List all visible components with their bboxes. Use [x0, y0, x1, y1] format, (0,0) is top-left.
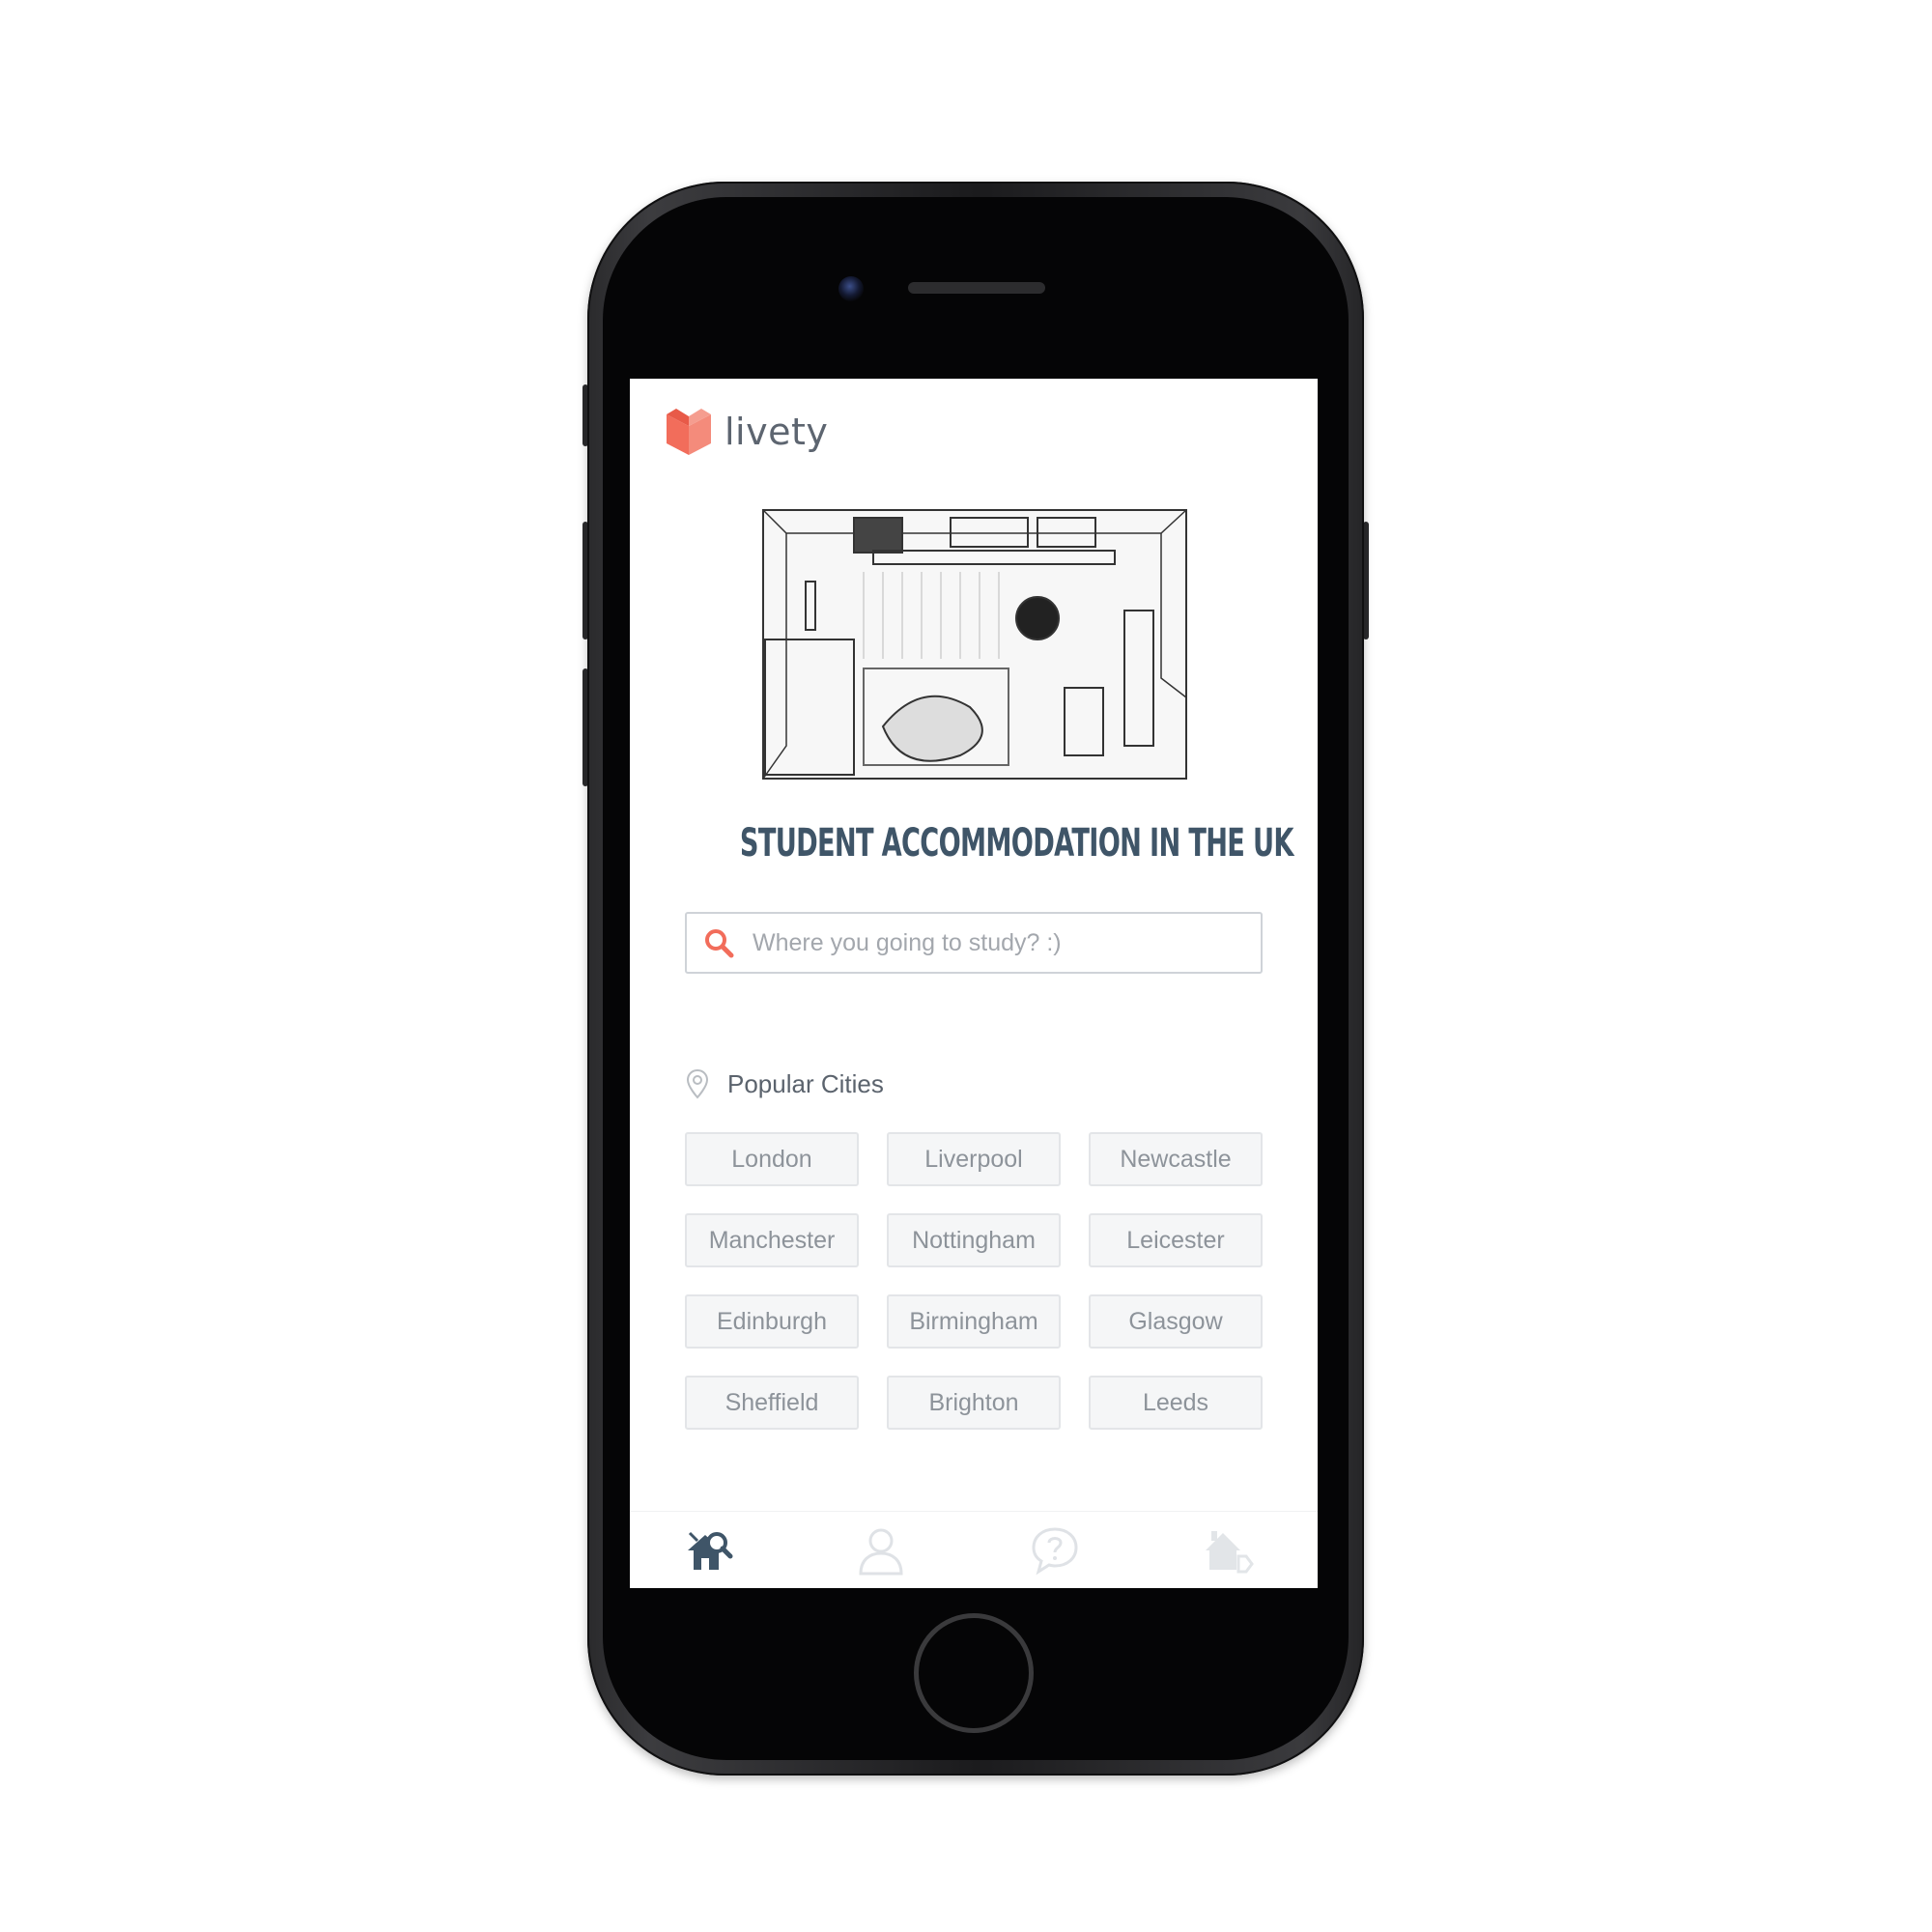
- bottom-tab-bar: [630, 1511, 1318, 1588]
- city-button-birmingham[interactable]: Birmingham: [887, 1294, 1061, 1349]
- search-box[interactable]: [685, 912, 1263, 974]
- popular-cities-header: Popular Cities: [685, 1068, 884, 1099]
- city-button-sheffield[interactable]: Sheffield: [685, 1376, 859, 1430]
- city-button-newcastle[interactable]: Newcastle: [1089, 1132, 1263, 1186]
- city-button-brighton[interactable]: Brighton: [887, 1376, 1061, 1430]
- search-icon: [705, 929, 734, 958]
- page-title: STUDENT ACCOMMODATION IN THE UK: [739, 821, 1294, 866]
- app-screen: livety STUDENT ACCOMMODATION IN THE UK W…: [630, 379, 1318, 1588]
- city-button-leeds[interactable]: Leeds: [1089, 1376, 1263, 1430]
- chat-question-icon[interactable]: [1030, 1525, 1080, 1576]
- search-input[interactable]: [751, 927, 1237, 958]
- room-sketch-illustration: [762, 509, 1187, 780]
- city-button-liverpool[interactable]: Liverpool: [887, 1132, 1061, 1186]
- front-camera: [838, 276, 864, 301]
- home-button[interactable]: [914, 1613, 1034, 1733]
- home-search-icon[interactable]: [684, 1525, 734, 1576]
- popular-cities-title: Popular Cities: [727, 1068, 884, 1098]
- earpiece-speaker: [908, 282, 1045, 294]
- city-button-london[interactable]: London: [685, 1132, 859, 1186]
- city-button-manchester[interactable]: Manchester: [685, 1213, 859, 1267]
- city-button-nottingham[interactable]: Nottingham: [887, 1213, 1061, 1267]
- city-grid: London Liverpool Newcastle Manchester No…: [685, 1132, 1264, 1430]
- brand-name: livety: [724, 411, 829, 453]
- city-button-leicester[interactable]: Leicester: [1089, 1213, 1263, 1267]
- livety-logo-icon: [667, 409, 711, 455]
- home-tag-icon[interactable]: [1204, 1525, 1254, 1576]
- user-icon[interactable]: [856, 1525, 906, 1576]
- stage: livety STUDENT ACCOMMODATION IN THE UK W…: [0, 0, 1932, 1932]
- city-button-edinburgh[interactable]: Edinburgh: [685, 1294, 859, 1349]
- map-pin-icon: [686, 1068, 709, 1099]
- app-logo[interactable]: livety: [667, 406, 828, 458]
- city-button-glasgow[interactable]: Glasgow: [1089, 1294, 1263, 1349]
